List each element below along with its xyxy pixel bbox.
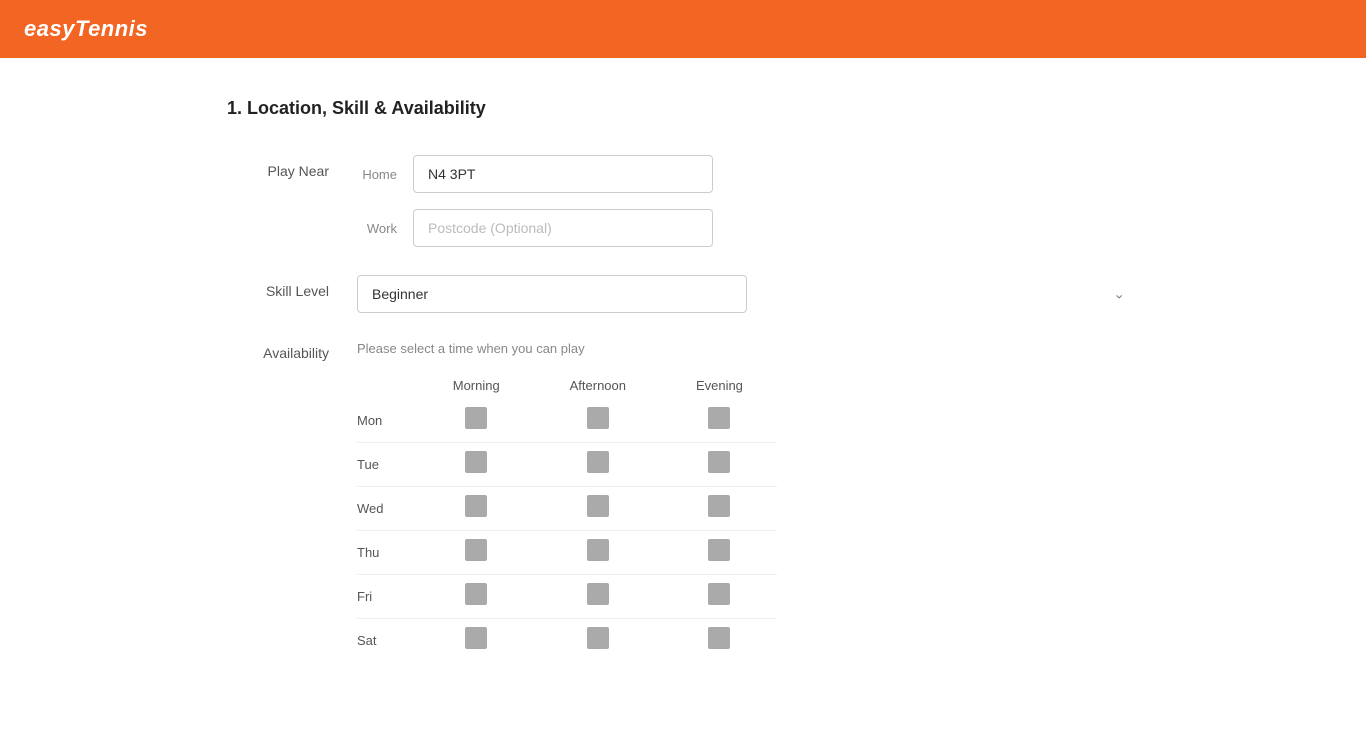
avail-evening-thu[interactable] <box>708 539 730 561</box>
table-row: Thu <box>357 531 777 575</box>
table-row: Sat <box>357 619 777 663</box>
day-label: Thu <box>357 531 419 575</box>
table-row: Wed <box>357 487 777 531</box>
availability-header-row: Morning Afternoon Evening <box>357 372 777 399</box>
site-header: easyTennis <box>0 0 1366 58</box>
avail-afternoon-tue[interactable] <box>587 451 609 473</box>
avail-morning-fri[interactable] <box>465 583 487 605</box>
skill-level-select[interactable]: Beginner Intermediate Advanced <box>357 275 747 313</box>
availability-label: Availability <box>227 341 357 361</box>
table-row: Fri <box>357 575 777 619</box>
day-label: Tue <box>357 443 419 487</box>
avail-evening-wed[interactable] <box>708 495 730 517</box>
avail-evening-tue[interactable] <box>708 451 730 473</box>
day-label: Wed <box>357 487 419 531</box>
avail-afternoon-wed[interactable] <box>587 495 609 517</box>
work-field-group: Work <box>357 209 1139 247</box>
day-col-header <box>357 372 419 399</box>
day-label: Sat <box>357 619 419 663</box>
skill-level-fields: Beginner Intermediate Advanced ⌄ <box>357 275 1139 313</box>
availability-row: Availability Please select a time when y… <box>227 341 1139 662</box>
availability-content: Please select a time when you can play M… <box>357 341 1139 662</box>
home-postcode-input[interactable] <box>413 155 713 193</box>
avail-afternoon-mon[interactable] <box>587 407 609 429</box>
home-sublabel: Home <box>357 167 397 182</box>
table-row: Tue <box>357 443 777 487</box>
section-title: 1. Location, Skill & Availability <box>227 98 1139 119</box>
avail-evening-mon[interactable] <box>708 407 730 429</box>
brand-logo: easyTennis <box>24 16 148 42</box>
availability-table: Morning Afternoon Evening MonTueWedThuFr… <box>357 372 777 662</box>
play-near-row: Play Near Home Work <box>227 155 1139 247</box>
skill-level-row: Skill Level Beginner Intermediate Advanc… <box>227 275 1139 313</box>
chevron-down-icon: ⌄ <box>1113 286 1125 303</box>
main-content: 1. Location, Skill & Availability Play N… <box>203 58 1163 730</box>
work-postcode-input[interactable] <box>413 209 713 247</box>
avail-evening-sat[interactable] <box>708 627 730 649</box>
skill-level-label: Skill Level <box>227 275 357 299</box>
avail-morning-thu[interactable] <box>465 539 487 561</box>
avail-afternoon-fri[interactable] <box>587 583 609 605</box>
evening-col-header: Evening <box>662 372 777 399</box>
work-sublabel: Work <box>357 221 397 236</box>
avail-afternoon-sat[interactable] <box>587 627 609 649</box>
avail-morning-tue[interactable] <box>465 451 487 473</box>
day-label: Mon <box>357 399 419 443</box>
avail-evening-fri[interactable] <box>708 583 730 605</box>
day-label: Fri <box>357 575 419 619</box>
avail-afternoon-thu[interactable] <box>587 539 609 561</box>
table-row: Mon <box>357 399 777 443</box>
skill-level-select-wrapper: Beginner Intermediate Advanced ⌄ <box>357 275 1139 313</box>
play-near-fields: Home Work <box>357 155 1139 247</box>
play-near-label: Play Near <box>227 155 357 179</box>
morning-col-header: Morning <box>419 372 534 399</box>
home-field-group: Home <box>357 155 1139 193</box>
afternoon-col-header: Afternoon <box>534 372 662 399</box>
avail-morning-mon[interactable] <box>465 407 487 429</box>
avail-morning-wed[interactable] <box>465 495 487 517</box>
availability-hint: Please select a time when you can play <box>357 341 1139 356</box>
avail-morning-sat[interactable] <box>465 627 487 649</box>
